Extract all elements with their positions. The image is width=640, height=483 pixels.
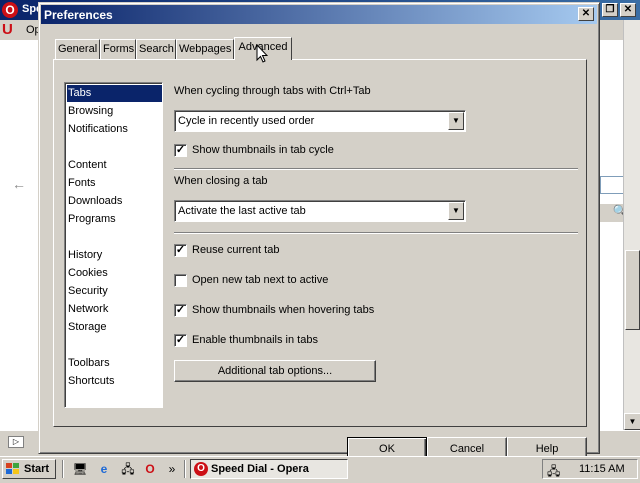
chevron-down-icon[interactable]: ▼ bbox=[448, 202, 464, 220]
clock[interactable]: 11:15 AM bbox=[579, 463, 625, 475]
category-network[interactable]: Network bbox=[67, 301, 162, 318]
category-history[interactable]: History bbox=[67, 247, 162, 264]
category-programs[interactable]: Programs bbox=[67, 211, 162, 228]
reuse-tab-checkbox[interactable]: ✓ bbox=[174, 244, 187, 257]
network-icon[interactable]: 🖧 bbox=[120, 461, 136, 477]
start-label: Start bbox=[24, 463, 50, 475]
hover-thumbnails-label[interactable]: Show thumbnails when hovering tabs bbox=[192, 304, 374, 316]
quicklaunch-separator bbox=[184, 460, 186, 478]
scroll-down-icon[interactable]: ▼ bbox=[624, 413, 640, 430]
tab-forms[interactable]: Forms bbox=[100, 39, 136, 59]
windows-flag-icon bbox=[6, 463, 19, 474]
opera-logo-icon: O bbox=[2, 2, 18, 18]
show-desktop-icon[interactable]: 🖥 bbox=[72, 461, 88, 477]
category-list[interactable]: Tabs Browsing Notifications Content Font… bbox=[64, 82, 163, 408]
show-thumbnails-cycle-label[interactable]: Show thumbnails in tab cycle bbox=[192, 144, 334, 156]
close-icon[interactable]: ✕ bbox=[620, 3, 636, 17]
quicklaunch-separator bbox=[62, 460, 64, 478]
dialog-title-bar: Preferences ✕ bbox=[41, 5, 597, 24]
category-storage[interactable]: Storage bbox=[67, 319, 162, 336]
category-shortcuts[interactable]: Shortcuts bbox=[67, 373, 162, 390]
restore-icon[interactable]: ❐ bbox=[602, 3, 618, 17]
reuse-tab-label[interactable]: Reuse current tab bbox=[192, 244, 279, 256]
section-divider bbox=[174, 232, 578, 234]
category-tabs[interactable]: Tabs bbox=[67, 85, 162, 102]
cycling-order-select[interactable]: Cycle in recently used order ▼ bbox=[174, 110, 466, 132]
cycling-label: When cycling through tabs with Ctrl+Tab bbox=[174, 85, 371, 97]
tab-forms-label: Forms bbox=[103, 43, 135, 55]
hover-thumbnails-checkbox[interactable]: ✓ bbox=[174, 304, 187, 317]
taskbar: Start 🖥 e 🖧 O » O Speed Dial - Opera 🖧 1… bbox=[0, 456, 640, 480]
closing-action-select[interactable]: Activate the last active tab ▼ bbox=[174, 200, 466, 222]
closing-action-value: Activate the last active tab bbox=[178, 205, 306, 217]
tab-webpages-label: Webpages bbox=[179, 43, 232, 55]
category-cookies[interactable]: Cookies bbox=[67, 265, 162, 282]
category-toolbars[interactable]: Toolbars bbox=[67, 355, 162, 372]
chevron-down-icon[interactable]: ▼ bbox=[448, 112, 464, 130]
task-speed-dial-opera[interactable]: O Speed Dial - Opera bbox=[190, 459, 348, 479]
panel-toggle-icon[interactable]: ▷ bbox=[8, 436, 24, 448]
tab-general-label: General bbox=[58, 43, 98, 55]
enable-thumbnails-checkbox[interactable]: ✓ bbox=[174, 334, 187, 347]
category-browsing[interactable]: Browsing bbox=[67, 103, 162, 120]
page-scrollbar[interactable]: ▼ bbox=[623, 20, 640, 430]
tab-webpages[interactable]: Webpages bbox=[176, 39, 234, 59]
dialog-title: Preferences bbox=[44, 8, 113, 22]
cycling-order-value: Cycle in recently used order bbox=[178, 115, 315, 127]
open-next-to-active-label[interactable]: Open new tab next to active bbox=[192, 274, 328, 286]
advanced-panel: Tabs Browsing Notifications Content Font… bbox=[53, 59, 587, 427]
task-label: Speed Dial - Opera bbox=[211, 463, 309, 475]
opera-task-icon: O bbox=[194, 462, 208, 476]
enable-thumbnails-label[interactable]: Enable thumbnails in tabs bbox=[192, 334, 318, 346]
open-next-to-active-checkbox[interactable] bbox=[174, 274, 187, 287]
more-chevron-icon[interactable]: » bbox=[164, 461, 180, 477]
preferences-dialog: Preferences ✕ General Forms Search Webpa… bbox=[38, 2, 600, 459]
category-downloads[interactable]: Downloads bbox=[67, 193, 162, 210]
category-notifications[interactable]: Notifications bbox=[67, 121, 162, 138]
scrollbar-thumb[interactable] bbox=[625, 250, 640, 330]
mouse-cursor-icon bbox=[256, 44, 268, 63]
tab-general[interactable]: General bbox=[55, 39, 100, 59]
dialog-close-icon[interactable]: ✕ bbox=[578, 7, 594, 21]
category-security[interactable]: Security bbox=[67, 283, 162, 300]
opera-quicklaunch-icon[interactable]: O bbox=[142, 461, 158, 477]
section-divider bbox=[174, 168, 578, 170]
tab-search[interactable]: Search bbox=[136, 39, 176, 59]
category-fonts[interactable]: Fonts bbox=[67, 175, 162, 192]
tab-search-label: Search bbox=[139, 43, 174, 55]
closing-label: When closing a tab bbox=[174, 175, 268, 187]
additional-tab-options-button[interactable]: Additional tab options... bbox=[174, 360, 376, 382]
internet-explorer-icon[interactable]: e bbox=[96, 461, 112, 477]
start-button[interactable]: Start bbox=[2, 459, 56, 479]
category-content[interactable]: Content bbox=[67, 157, 162, 174]
back-arrow-icon[interactable]: ← bbox=[12, 176, 26, 192]
system-tray: 🖧 11:15 AM bbox=[542, 459, 638, 479]
opera-menu-logo-icon[interactable]: U bbox=[2, 21, 13, 38]
show-thumbnails-cycle-checkbox[interactable]: ✓ bbox=[174, 144, 187, 157]
